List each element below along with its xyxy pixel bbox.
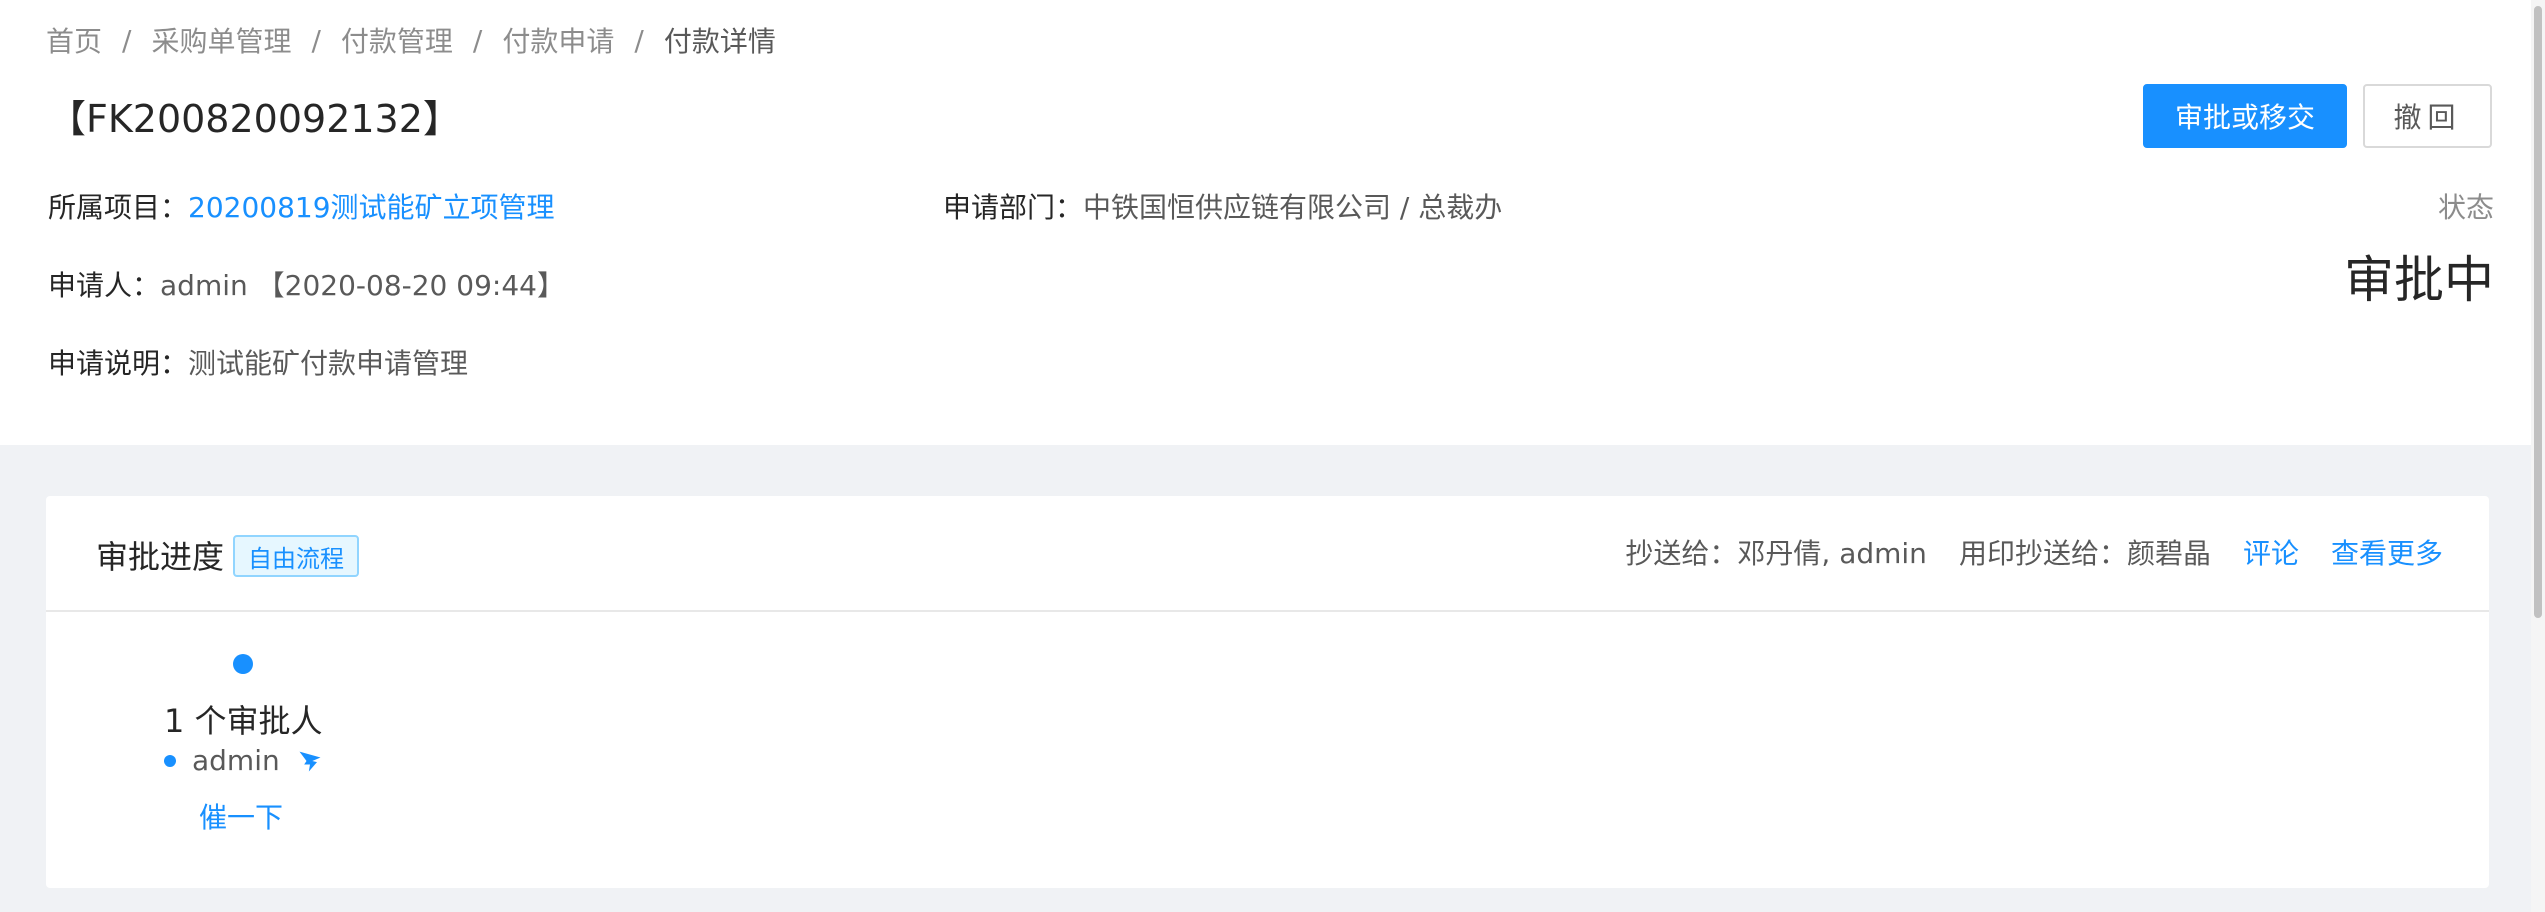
step-dot xyxy=(233,654,253,674)
breadcrumb: 首页 / 采购单管理 / 付款管理 / 付款申请 / 付款详情 xyxy=(46,18,776,62)
project-link[interactable]: 20200819测试能矿立项管理 xyxy=(188,186,555,226)
breadcrumb-separator: / xyxy=(472,23,483,57)
breadcrumb-payment-management[interactable]: 付款管理 xyxy=(341,20,453,60)
cc-label: 抄送给： xyxy=(1625,537,1738,570)
applicant-label: 申请人： xyxy=(48,269,161,302)
approve-or-transfer-button[interactable]: 审批或移交 xyxy=(2143,84,2347,148)
approver-bullet xyxy=(164,754,176,767)
applicant-value: admin 【2020-08-20 09:44】 xyxy=(160,269,565,302)
department-value: 中铁国恒供应链有限公司 / 总裁办 xyxy=(1083,191,1503,224)
status-label: 状态 xyxy=(2437,191,2494,224)
scrollbar-thumb[interactable] xyxy=(2534,6,2542,618)
seal-cc-label: 用印抄送给： xyxy=(1958,537,2127,570)
cc-value: 邓丹倩, admin xyxy=(1737,537,1927,570)
description-value: 测试能矿付款申请管理 xyxy=(188,347,469,380)
card-header-extra: 抄送给：邓丹倩, admin 用印抄送给：颜碧晶 评论 查看更多 xyxy=(1593,532,2443,572)
breadcrumb-payment-request[interactable]: 付款申请 xyxy=(502,20,614,60)
breadcrumb-payment-detail: 付款详情 xyxy=(663,25,776,58)
approval-progress-card: 审批进度 自由流程 抄送给：邓丹倩, admin 用印抄送给：颜碧晶 评论 查看… xyxy=(46,496,2489,888)
project-label: 所属项目： xyxy=(48,191,189,224)
description-label: 申请说明： xyxy=(48,347,189,380)
free-flow-tag: 自由流程 xyxy=(233,535,359,577)
applicant-row: 申请人： admin 【2020-08-20 09:44】 xyxy=(48,264,565,304)
department-row: 申请部门： 中铁国恒供应链有限公司 / 总裁办 xyxy=(943,186,1502,226)
project-row: 所属项目： 20200819测试能矿立项管理 xyxy=(48,186,555,226)
department-label: 申请部门： xyxy=(943,191,1084,224)
cc-info: 抄送给：邓丹倩, admin xyxy=(1625,532,1927,572)
card-title: 审批进度 xyxy=(96,538,225,576)
page-title: 【FK200820092132】 xyxy=(48,97,461,141)
status-value: 审批中 xyxy=(2344,251,2494,309)
breadcrumb-purchase-order[interactable]: 采购单管理 xyxy=(151,20,291,60)
withdraw-button[interactable]: 撤回 xyxy=(2363,84,2492,148)
seal-cc-value: 颜碧晶 xyxy=(2126,537,2211,570)
breadcrumb-separator: / xyxy=(634,23,644,57)
page-scrollbar[interactable] xyxy=(2531,0,2545,912)
description-row: 申请说明： 测试能矿付款申请管理 xyxy=(48,342,468,382)
breadcrumb-separator: / xyxy=(122,23,132,57)
approver-name: admin xyxy=(192,744,280,777)
breadcrumb-separator: / xyxy=(311,23,321,57)
page-header: 首页 / 采购单管理 / 付款管理 / 付款申请 / 付款详情 【FK20082… xyxy=(0,0,2545,445)
urge-link[interactable]: 催一下 xyxy=(199,796,283,836)
step-title: 1 个审批人 xyxy=(164,702,323,740)
comment-link[interactable]: 评论 xyxy=(2243,532,2299,572)
seal-cc-info: 用印抄送给：颜碧晶 xyxy=(1959,532,2211,572)
card-header: 审批进度 自由流程 抄送给：邓丹倩, admin 用印抄送给：颜碧晶 评论 查看… xyxy=(46,496,2489,612)
breadcrumb-home[interactable]: 首页 xyxy=(46,20,102,60)
view-more-link[interactable]: 查看更多 xyxy=(2331,532,2443,572)
approver-item: admin xyxy=(164,744,324,777)
dingtalk-icon[interactable] xyxy=(296,747,324,775)
